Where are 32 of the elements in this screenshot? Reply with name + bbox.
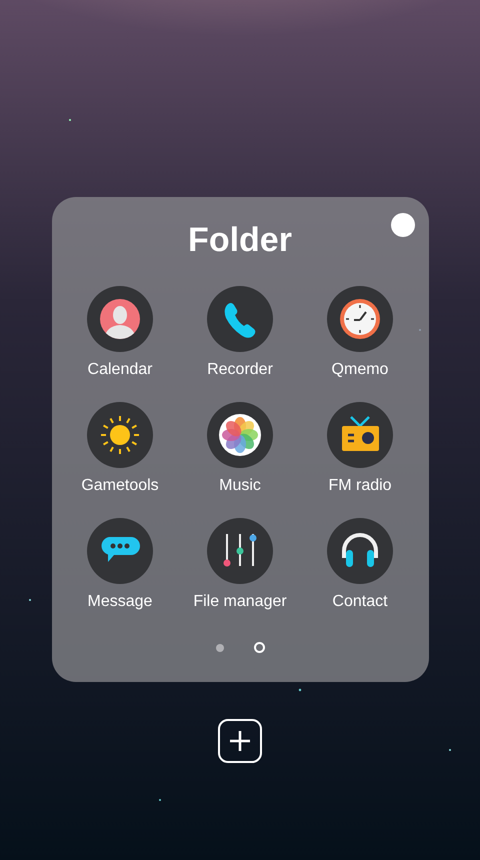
chat-icon — [87, 518, 153, 584]
app-label: File manager — [193, 592, 287, 612]
person-icon — [87, 286, 153, 352]
flower-icon — [207, 402, 273, 468]
app-label: Gametools — [81, 476, 159, 496]
app-shortcut[interactable]: FM radio — [300, 402, 420, 496]
sliders-icon — [207, 518, 273, 584]
app-shortcut[interactable]: Gametools — [60, 402, 180, 496]
folder-title: Folder — [188, 220, 292, 261]
add-button[interactable] — [218, 719, 262, 763]
plus-icon — [228, 729, 252, 753]
app-shortcut[interactable]: Message — [60, 518, 180, 612]
app-shortcut[interactable]: File manager — [180, 518, 300, 612]
app-shortcut[interactable]: Music — [180, 402, 300, 496]
app-label: Contact — [332, 592, 388, 612]
app-label: Message — [88, 592, 152, 612]
radio-icon — [327, 402, 393, 468]
app-label: Music — [219, 476, 261, 496]
app-label: FM radio — [328, 476, 392, 496]
headphones-icon — [327, 518, 393, 584]
app-shortcut[interactable]: Qmemo — [300, 286, 420, 380]
app-shortcut[interactable]: Calendar — [60, 286, 180, 380]
app-label: Qmemo — [332, 360, 388, 380]
app-label: Calendar — [88, 360, 152, 380]
page-indicator[interactable] — [254, 642, 264, 653]
sun-icon — [87, 402, 153, 468]
clock-icon — [327, 286, 393, 352]
app-label: Recorder — [207, 360, 273, 380]
app-shortcut[interactable]: Recorder — [180, 286, 300, 380]
color-button[interactable] — [390, 213, 414, 237]
app-shortcut[interactable]: Contact — [300, 518, 420, 612]
phone-icon — [207, 286, 273, 352]
